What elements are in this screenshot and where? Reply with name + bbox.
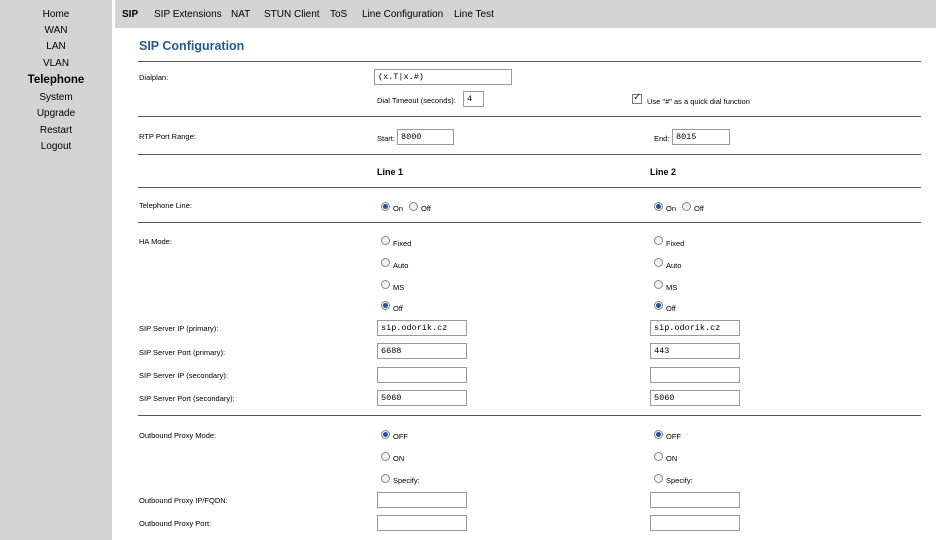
- nav-home[interactable]: Home: [0, 9, 112, 20]
- line2-ha-fixed-radio[interactable]: [654, 236, 663, 245]
- tab-line-configuration[interactable]: Line Configuration: [362, 9, 443, 20]
- rtp-port-range-label: RTP Port Range:: [139, 132, 196, 141]
- line2-telephone-on-radio[interactable]: [654, 202, 663, 211]
- sip-port-primary-label: SIP Server Port (primary):: [139, 348, 226, 357]
- line1-sip-ip-secondary-input[interactable]: [377, 367, 467, 383]
- sidebar: Home WAN LAN VLAN Telephone System Upgra…: [0, 0, 112, 540]
- line1-proxy-specify-radio[interactable]: [381, 474, 390, 483]
- line2-sip-port-secondary-input[interactable]: [650, 390, 740, 406]
- line1-ha-auto-label: Auto: [393, 261, 409, 270]
- line1-ha-ms-radio[interactable]: [381, 280, 390, 289]
- outbound-proxy-port-label: Outbound Proxy Port:: [139, 519, 212, 528]
- line2-ha-fixed-label: Fixed: [666, 239, 685, 248]
- line2-ha-ms-label: MS: [666, 283, 678, 292]
- line1-outbound-proxy-port-input[interactable]: [377, 515, 467, 531]
- nav-lan[interactable]: LAN: [0, 41, 112, 52]
- sidebar-divider: [112, 0, 115, 540]
- telephone-line-label: Telephone Line:: [139, 201, 192, 210]
- line2-ha-auto-label: Auto: [666, 261, 682, 270]
- line1-outbound-proxy-ip-input[interactable]: [377, 492, 467, 508]
- line1-ha-auto-radio[interactable]: [381, 258, 390, 267]
- line2-sip-ip-primary-input[interactable]: [650, 320, 740, 336]
- line2-telephone-off-label: Off: [694, 204, 704, 213]
- line2-ha-off-radio[interactable]: [654, 301, 663, 310]
- line1-telephone-off-label: Off: [421, 204, 431, 213]
- rtp-start-label: Start:: [377, 134, 395, 143]
- sip-ip-secondary-label: SIP Server IP (secondary):: [139, 371, 228, 380]
- dialplan-input[interactable]: [374, 69, 512, 85]
- tab-sip-extensions[interactable]: SIP Extensions: [154, 9, 222, 20]
- outbound-proxy-ip-label: Outbound Proxy IP/FQDN:: [139, 496, 228, 505]
- nav-system[interactable]: System: [0, 92, 112, 103]
- line2-telephone-on-label: On: [666, 204, 677, 213]
- divider: [138, 415, 921, 416]
- line1-proxy-on-radio[interactable]: [381, 452, 390, 461]
- line2-proxy-specify-label: Specify:: [666, 476, 693, 485]
- divider: [138, 187, 921, 188]
- line1-ha-fixed-radio[interactable]: [381, 236, 390, 245]
- divider: [138, 222, 921, 223]
- line2-proxy-on-radio[interactable]: [654, 452, 663, 461]
- rtp-end-label: End:: [654, 134, 670, 143]
- tab-line-test[interactable]: Line Test: [454, 9, 494, 20]
- sip-port-secondary-label: SIP Server Port (secondary):: [139, 394, 235, 403]
- line2-ha-off-label: Off: [666, 304, 676, 313]
- line2-proxy-specify-radio[interactable]: [654, 474, 663, 483]
- line2-header: Line 2: [650, 167, 677, 177]
- nav-upgrade[interactable]: Upgrade: [0, 108, 112, 119]
- rtp-start-input[interactable]: [397, 129, 454, 145]
- dial-timeout-input[interactable]: [463, 91, 484, 107]
- line1-ha-fixed-label: Fixed: [393, 239, 412, 248]
- line1-telephone-on-label: On: [393, 204, 404, 213]
- divider: [138, 154, 921, 155]
- nav-wan[interactable]: WAN: [0, 25, 112, 36]
- line1-proxy-on-label: ON: [393, 454, 405, 463]
- line1-proxy-specify-label: Specify:: [393, 476, 420, 485]
- line1-telephone-on-radio[interactable]: [381, 202, 390, 211]
- line2-ha-auto-radio[interactable]: [654, 258, 663, 267]
- rtp-end-input[interactable]: [672, 129, 730, 145]
- line2-sip-ip-secondary-input[interactable]: [650, 367, 740, 383]
- line1-telephone-off-radio[interactable]: [409, 202, 418, 211]
- line1-header: Line 1: [377, 167, 404, 177]
- line1-ha-ms-label: MS: [393, 283, 405, 292]
- nav-logout[interactable]: Logout: [0, 141, 112, 152]
- line1-sip-ip-primary-input[interactable]: [377, 320, 467, 336]
- quick-dial-label: Use "#" as a quick dial function: [647, 97, 750, 106]
- divider: [138, 61, 921, 62]
- line2-proxy-off-label: OFF: [666, 432, 681, 441]
- page-title: SIP Configuration: [139, 39, 245, 53]
- tab-nat[interactable]: NAT: [231, 9, 250, 20]
- line2-proxy-off-radio[interactable]: [654, 430, 663, 439]
- line1-sip-port-secondary-input[interactable]: [377, 390, 467, 406]
- sip-ip-primary-label: SIP Server IP (primary):: [139, 324, 219, 333]
- dialplan-label: Dialplan:: [139, 73, 169, 82]
- nav-telephone[interactable]: Telephone: [0, 74, 112, 86]
- line1-ha-off-radio[interactable]: [381, 301, 390, 310]
- dial-timeout-label: Dial Timeout (seconds):: [377, 96, 456, 105]
- outbound-proxy-mode-label: Outbound Proxy Mode:: [139, 431, 217, 440]
- line1-ha-off-label: Off: [393, 304, 403, 313]
- quick-dial-checkbox[interactable]: [632, 92, 642, 104]
- line1-sip-port-primary-input[interactable]: [377, 343, 467, 359]
- line1-proxy-off-label: OFF: [393, 432, 408, 441]
- line2-outbound-proxy-port-input[interactable]: [650, 515, 740, 531]
- line2-telephone-off-radio[interactable]: [682, 202, 691, 211]
- nav-restart[interactable]: Restart: [0, 125, 112, 136]
- line2-sip-port-primary-input[interactable]: [650, 343, 740, 359]
- line2-proxy-on-label: ON: [666, 454, 678, 463]
- tab-sip[interactable]: SIP: [122, 9, 138, 20]
- tab-tos[interactable]: ToS: [330, 9, 347, 20]
- divider: [138, 116, 921, 117]
- line1-proxy-off-radio[interactable]: [381, 430, 390, 439]
- nav-vlan[interactable]: VLAN: [0, 58, 112, 69]
- line2-ha-ms-radio[interactable]: [654, 280, 663, 289]
- tab-stun-client[interactable]: STUN Client: [264, 9, 320, 20]
- line2-outbound-proxy-ip-input[interactable]: [650, 492, 740, 508]
- ha-mode-label: HA Mode:: [139, 237, 172, 246]
